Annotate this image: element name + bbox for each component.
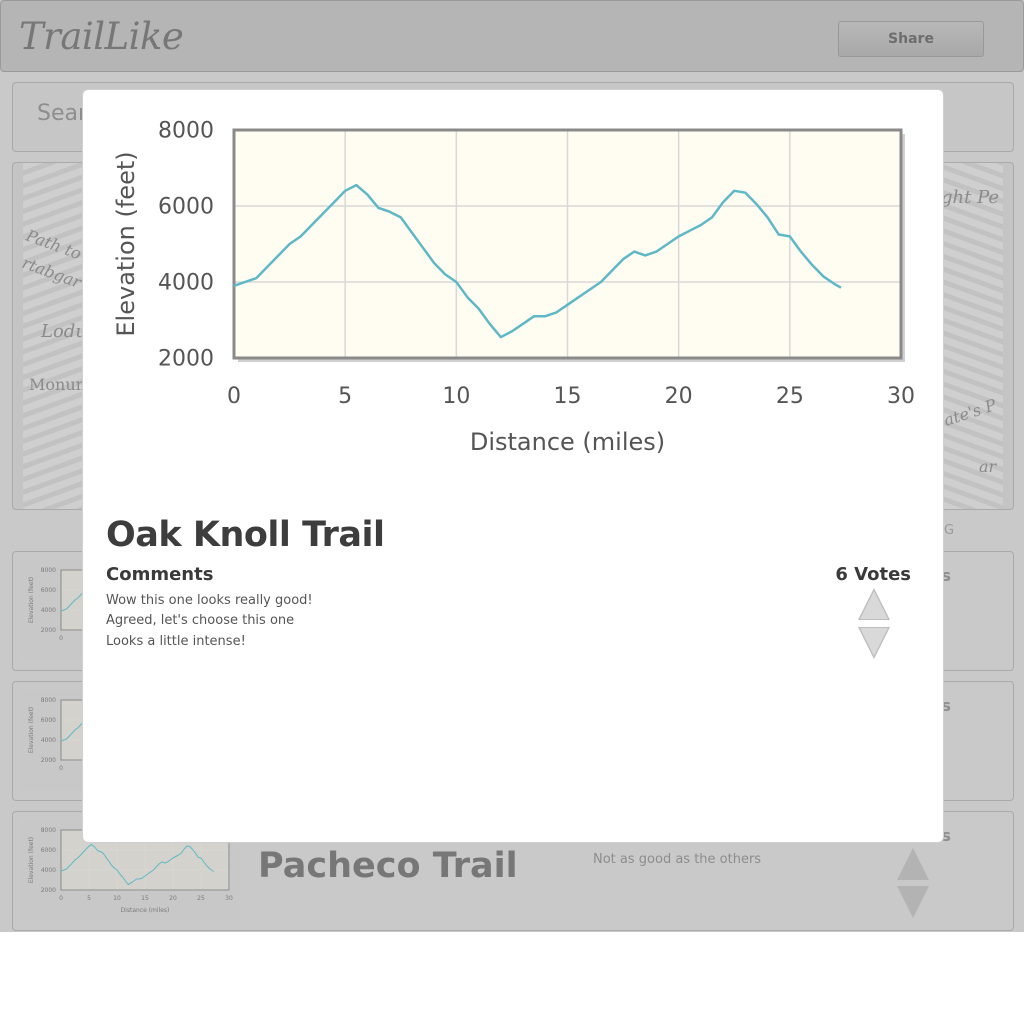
trail-detail-modal: 0 5 10 15 20 25 30 2000 4000 6000 8000 Distance (mi… — [82, 89, 944, 843]
y-tick-label: 8000 — [41, 697, 56, 704]
x-tick-label: 0 — [59, 635, 63, 642]
share-button[interactable]: Share — [838, 21, 984, 57]
elevation-chart-svg: 0 5 10 15 20 25 30 2000 4000 6000 8000 Distance (mi… — [112, 119, 915, 456]
y-tick-label: 2000 — [158, 347, 214, 372]
comments-heading: Comments — [106, 564, 214, 585]
y-tick-label: 2000 — [41, 757, 56, 764]
upvote-icon[interactable] — [858, 588, 890, 620]
map-label: Lodu — [41, 321, 87, 342]
row-trail-name: Pacheco Trail — [258, 846, 518, 886]
y-tick-label: 4000 — [41, 867, 56, 874]
y-tick-label: 6000 — [41, 587, 56, 594]
x-tick-label: 10 — [442, 384, 470, 409]
y-tick-label: 2000 — [41, 627, 56, 634]
search-input[interactable]: Sear — [37, 101, 87, 126]
row-upvote-icon[interactable] — [897, 848, 929, 880]
y-axis-label: Elevation (feet) — [112, 151, 140, 336]
x-tick-label: 20 — [665, 384, 693, 409]
y-tick-label: 2000 — [41, 887, 56, 894]
y-tick-label: 6000 — [41, 847, 56, 854]
trail-title: Oak Knoll Trail — [106, 515, 385, 555]
y-tick-label: 6000 — [41, 717, 56, 724]
y-tick-label: 8000 — [158, 119, 214, 144]
x-tick-label: 15 — [141, 895, 149, 902]
y-axis-label: Elevation (feet) — [28, 707, 35, 753]
comment-item: Looks a little intense! — [106, 634, 246, 649]
x-tick-label: 25 — [197, 895, 205, 902]
vote-count: 6 Votes — [835, 564, 911, 585]
map-label: ght Pe — [941, 187, 1000, 208]
y-tick-label: 8000 — [41, 827, 56, 834]
y-axis-label: Elevation (feet) — [28, 837, 35, 883]
x-tick-label: 20 — [169, 895, 177, 902]
comment-item: Wow this one looks really good! — [106, 593, 313, 608]
y-tick-label: 4000 — [158, 271, 214, 296]
row-comment: Not as good as the others — [593, 852, 762, 867]
downvote-icon[interactable] — [858, 627, 890, 659]
y-axis-label: Elevation (feet) — [28, 577, 35, 623]
x-tick-label: 0 — [59, 895, 63, 902]
y-tick-label: 4000 — [41, 737, 56, 744]
x-tick-label: 0 — [59, 765, 63, 772]
x-axis-label: Distance (miles) — [470, 428, 665, 456]
x-tick-label: 15 — [554, 384, 582, 409]
app-logo: TrailLike — [19, 15, 184, 58]
x-tick-label: 30 — [225, 895, 233, 902]
x-tick-label: 10 — [113, 895, 121, 902]
x-tick-label: 0 — [227, 384, 241, 409]
y-tick-label: 8000 — [41, 567, 56, 574]
app-header: TrailLike Share — [0, 0, 1024, 72]
x-axis-label: Distance (miles) — [121, 907, 170, 914]
row-downvote-icon[interactable] — [897, 886, 929, 918]
x-tick-label: 5 — [338, 384, 352, 409]
comment-item: Agreed, let's choose this one — [106, 613, 295, 628]
y-tick-label: 6000 — [158, 195, 214, 220]
x-tick-label: 30 — [887, 384, 915, 409]
x-tick-label: 5 — [87, 895, 91, 902]
x-tick-label: 25 — [776, 384, 804, 409]
y-tick-label: 4000 — [41, 607, 56, 614]
elevation-chart: 0 5 10 15 20 25 30 2000 4000 6000 8000 Distance (mi… — [83, 90, 943, 490]
map-label: ar — [979, 457, 997, 476]
hint-text: G — [944, 523, 955, 538]
